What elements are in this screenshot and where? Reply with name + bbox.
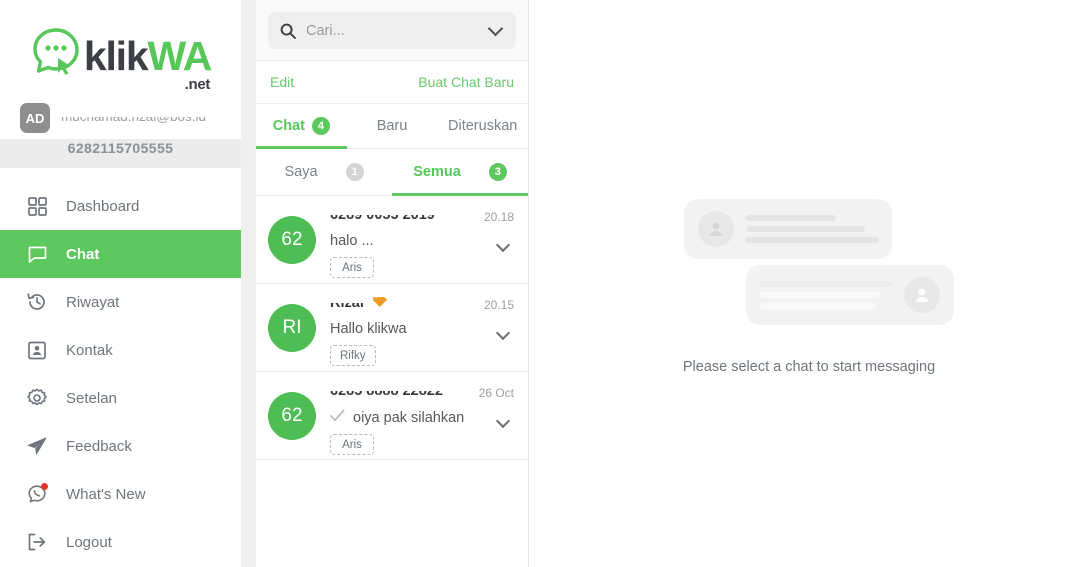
chat-name: 6289 0055 2019	[330, 214, 435, 223]
notification-dot	[41, 483, 48, 490]
klikwa-logo-icon	[33, 27, 79, 75]
logo-text-wa: WA	[147, 32, 212, 79]
sidebar-item-label: Chat	[66, 245, 100, 263]
sidebar-item-label: Logout	[66, 533, 112, 551]
chat-list-panel: Cari... Edit Buat Chat Baru Chat 4 Baru …	[256, 0, 529, 567]
placeholder-bubble-incoming	[684, 198, 892, 259]
list-item[interactable]: RI Rizal Hallo klikwa Rifky 20.15	[256, 284, 528, 372]
agent-chip: Aris	[330, 434, 374, 455]
chat-placeholder-illustration	[684, 193, 954, 333]
sidebar-item-label: Feedback	[66, 437, 132, 455]
chevron-down-icon[interactable]	[495, 413, 511, 429]
chevron-down-icon[interactable]	[495, 237, 511, 253]
avatar: 62	[268, 216, 316, 264]
search-area: Cari...	[256, 0, 528, 61]
sidebar-item-dashboard[interactable]: Dashboard	[0, 182, 241, 230]
subtab-label: Saya	[284, 164, 318, 180]
chat-list: 62 6289 0055 2019 halo ... Aris 20.18 RI	[256, 196, 528, 567]
sidebar-item-label: Kontak	[66, 341, 113, 359]
person-icon	[698, 210, 734, 247]
tab-label: Diteruskan	[448, 118, 518, 134]
tab-label: Chat	[272, 118, 305, 134]
search-icon	[280, 23, 296, 39]
tag-icon	[372, 297, 388, 312]
chat-bubble-icon	[25, 242, 49, 266]
user-phone: 6282115705555	[67, 140, 174, 156]
grid-icon	[25, 194, 49, 218]
brand-logo[interactable]: klikWA .net	[0, 0, 241, 95]
list-item[interactable]: 62 6285 8888 22822 oiya pak silahkan Ari	[256, 372, 528, 460]
sidebar-item-kontak[interactable]: Kontak	[0, 326, 241, 374]
subtab-badge: 1	[345, 163, 364, 181]
sidebar-item-label: What's New	[66, 485, 146, 503]
avatar: RI	[268, 304, 316, 352]
user-profile-row[interactable]: AD muchamad.rizal@bos.id	[0, 97, 241, 139]
chat-name: Rizal	[330, 302, 364, 311]
sidebar-item-label: Riwayat	[66, 293, 120, 311]
list-tabs: Chat 4 Baru Diteruskan	[256, 104, 528, 149]
empty-state-text: Please select a chat to start messaging	[682, 358, 936, 375]
list-actions-row: Edit Buat Chat Baru	[256, 61, 528, 104]
sidebar: klikWA .net AD muchamad.rizal@bos.id 628…	[0, 0, 241, 567]
avatar: 62	[268, 392, 316, 440]
sidebar-item-setelan[interactable]: Setelan	[0, 374, 241, 422]
tab-label: Baru	[376, 118, 408, 134]
sidebar-item-whats-new[interactable]: What's New	[0, 470, 241, 518]
user-email: muchamad.rizal@bos.id	[61, 117, 206, 126]
history-clock-icon	[25, 290, 49, 314]
logo-text-klik: klik	[83, 32, 149, 79]
tab-baru[interactable]: Baru	[347, 104, 438, 148]
logo-text-net: .net	[184, 75, 211, 93]
whatsapp-icon	[25, 482, 49, 506]
search-input[interactable]: Cari...	[268, 12, 516, 49]
checkmark-icon	[330, 409, 345, 426]
sidebar-item-chat[interactable]: Chat	[0, 230, 241, 278]
gear-icon	[25, 386, 49, 410]
sidebar-item-riwayat[interactable]: Riwayat	[0, 278, 241, 326]
chat-preview: oiya pak silahkan	[353, 409, 465, 426]
avatar: AD	[20, 103, 50, 133]
search-placeholder: Cari...	[306, 22, 345, 39]
app-root: klikWA .net AD muchamad.rizal@bos.id 628…	[0, 0, 1089, 567]
placeholder-bubble-outgoing	[746, 264, 954, 325]
chat-time: 26 Oct	[478, 386, 514, 400]
sidebar-item-label: Setelan	[66, 389, 117, 407]
agent-chip: Aris	[330, 257, 374, 278]
subtab-badge: 3	[488, 163, 507, 181]
tab-chat[interactable]: Chat 4	[256, 104, 347, 149]
person-icon	[904, 276, 940, 313]
sidebar-item-label: Dashboard	[66, 197, 140, 215]
chevron-down-icon[interactable]	[487, 20, 504, 36]
subtab-label: Semua	[413, 164, 461, 180]
list-subtabs: Saya 1 Semua 3	[256, 149, 528, 196]
paper-plane-icon	[25, 434, 49, 458]
sidebar-item-feedback[interactable]: Feedback	[0, 422, 241, 470]
contact-card-icon	[25, 338, 49, 362]
edit-button[interactable]: Edit	[270, 74, 294, 90]
subtab-saya[interactable]: Saya 1	[256, 149, 392, 195]
sidebar-item-logout[interactable]: Logout	[0, 518, 241, 566]
chat-time: 20.18	[483, 210, 514, 224]
logout-arrow-icon	[25, 530, 49, 554]
list-item[interactable]: 62 6289 0055 2019 halo ... Aris 20.18	[256, 196, 528, 284]
agent-chip: Rifky	[330, 345, 376, 366]
tab-diteruskan[interactable]: Diteruskan	[437, 104, 528, 148]
user-phone-bar: 6282115705555	[0, 139, 241, 168]
tab-badge: 4	[311, 117, 330, 135]
chat-time: 20.15	[483, 298, 514, 312]
chat-name: 6285 8888 22822	[330, 390, 443, 399]
sidebar-nav: Dashboard Chat Riwayat Kontak Setelan Fe…	[0, 182, 241, 566]
subtab-semua[interactable]: Semua 3	[392, 149, 528, 196]
chevron-down-icon[interactable]	[495, 325, 511, 341]
new-chat-button[interactable]: Buat Chat Baru	[418, 74, 514, 90]
panel-divider	[241, 0, 256, 567]
conversation-panel: Please select a chat to start messaging	[529, 0, 1089, 567]
